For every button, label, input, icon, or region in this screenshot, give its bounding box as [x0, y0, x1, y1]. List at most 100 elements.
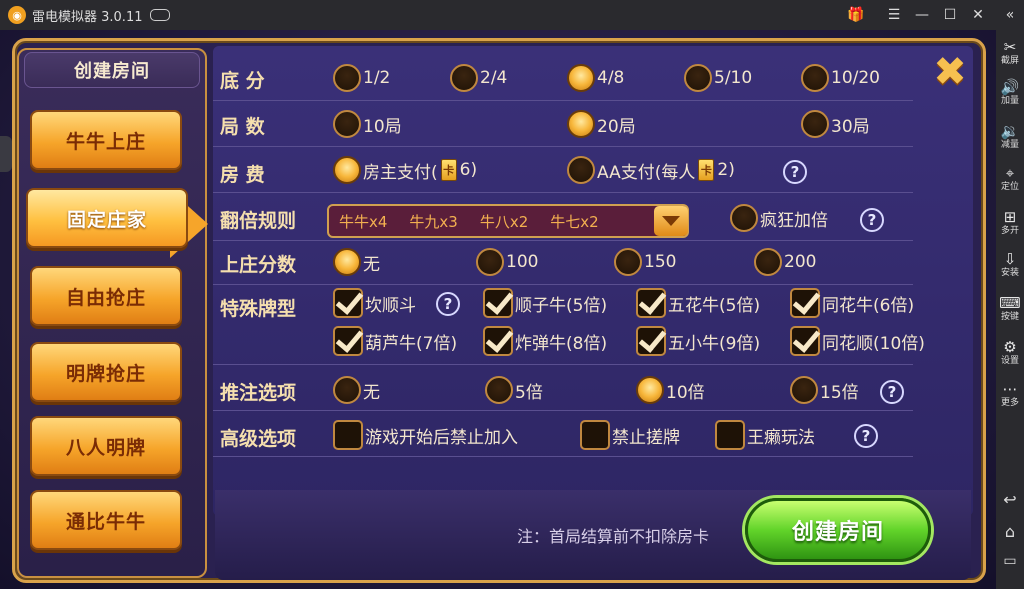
advanced-checkbox[interactable]: 王癞玩法: [715, 420, 815, 450]
base-score-option-selected[interactable]: 4/8: [567, 64, 624, 92]
help-icon[interactable]: ?: [436, 292, 460, 316]
push-bet-option-selected[interactable]: 10倍: [636, 376, 705, 404]
push-bet-label: 推注选项: [220, 382, 297, 404]
more-icon: ⋯: [1002, 380, 1018, 398]
sidebar-location[interactable]: ⌖ 定位: [996, 164, 1024, 193]
emulator-logo-icon: ◉: [8, 6, 26, 24]
base-score-option[interactable]: 10/20: [801, 64, 880, 92]
divider: [213, 284, 913, 285]
divider: [213, 100, 913, 101]
room-fee-label: 房 费: [220, 164, 265, 186]
chevron-down-icon[interactable]: [654, 206, 688, 236]
sidebar-multi-instance[interactable]: ⊞ 多开: [996, 208, 1024, 237]
multi-instance-icon: ⊞: [1003, 208, 1017, 226]
sidebar-keymap[interactable]: ⌨ 按键: [996, 294, 1024, 323]
sidebar-volume-down[interactable]: 🔉 减量: [996, 122, 1024, 151]
emulator-title: 雷电模拟器 3.0.11: [32, 9, 143, 25]
panel-title: 创建房间: [24, 52, 200, 88]
banker-score-option[interactable]: 200: [754, 248, 816, 276]
help-icon[interactable]: ?: [880, 380, 904, 404]
crazy-double-option[interactable]: 疯狂加倍: [730, 204, 828, 232]
special-cards-label: 特殊牌型: [220, 298, 297, 320]
maximize-icon[interactable]: ☐: [936, 0, 964, 30]
left-edge-tab[interactable]: [0, 136, 12, 172]
rounds-option[interactable]: 10局: [333, 110, 402, 138]
multiplier-rule-label: 翻倍规则: [220, 210, 297, 232]
sidebar-screenshot[interactable]: ✂ 截屏: [996, 38, 1024, 67]
recent-apps-icon[interactable]: ▭: [996, 554, 1024, 568]
mode-tongbi-niuniu[interactable]: 通比牛牛: [30, 490, 182, 550]
banker-score-label: 上庄分数: [220, 254, 297, 276]
back-icon[interactable]: ↩: [996, 492, 1024, 508]
special-card-checkbox[interactable]: 五花牛(5倍): [636, 288, 760, 318]
home-icon[interactable]: ⌂: [996, 524, 1024, 540]
room-card-icon: 卡: [440, 159, 457, 181]
emulator-title-bar: ◉ 雷电模拟器 3.0.11: [0, 0, 1024, 30]
sidebar-install[interactable]: ⇩ 安装: [996, 250, 1024, 279]
location-icon: ⌖: [1005, 164, 1015, 182]
create-room-button[interactable]: 创建房间: [745, 498, 931, 562]
base-score-option[interactable]: 1/2: [333, 64, 390, 92]
gamepad-icon[interactable]: [150, 9, 171, 21]
apk-install-icon: ⇩: [1003, 250, 1017, 268]
rounds-label: 局 数: [220, 116, 265, 138]
close-dialog-button[interactable]: ✖: [928, 50, 972, 94]
multiplier-rule-select[interactable]: 牛牛x4 牛九x3 牛八x2 牛七x2: [327, 204, 689, 238]
base-score-label: 底 分: [220, 70, 265, 92]
base-score-option[interactable]: 2/4: [450, 64, 507, 92]
special-card-checkbox[interactable]: 炸弹牛(8倍): [483, 326, 607, 356]
sidebar-settings[interactable]: ⚙ 设置: [996, 338, 1024, 367]
owner-pay-option[interactable]: 房主支付(卡 6): [333, 156, 477, 184]
special-card-checkbox[interactable]: 同花牛(6倍): [790, 288, 914, 318]
advanced-checkbox[interactable]: 禁止搓牌: [580, 420, 680, 450]
divider: [213, 192, 913, 193]
volume-up-icon: 🔊: [1000, 78, 1020, 96]
push-bet-option[interactable]: 无: [333, 376, 380, 404]
advanced-checkbox[interactable]: 游戏开始后禁止加入: [333, 420, 518, 450]
banker-score-option[interactable]: 100: [476, 248, 538, 276]
aa-pay-option[interactable]: AA支付(每人卡 2): [567, 156, 735, 184]
special-card-checkbox[interactable]: 顺子牛(5倍): [483, 288, 607, 318]
banker-score-option-selected[interactable]: 无: [333, 248, 380, 276]
gift-icon[interactable]: 🎁: [842, 0, 870, 30]
special-card-checkbox[interactable]: 五小牛(9倍): [636, 326, 760, 356]
game-area: 创建房间 牛牛上庄 固定庄家 自由抢庄 明牌抢庄 八人明牌 通比牛牛 底 分 1…: [0, 30, 996, 589]
push-bet-option[interactable]: 15倍: [790, 376, 859, 404]
divider: [213, 146, 913, 147]
footer-note: 注：首局结算前不扣除房卡: [517, 527, 710, 546]
mode-open-card-grab[interactable]: 明牌抢庄: [30, 342, 182, 402]
mode-fixed-banker[interactable]: 固定庄家: [26, 188, 188, 248]
base-score-option[interactable]: 5/10: [684, 64, 752, 92]
settings-icon: ⚙: [1003, 338, 1017, 356]
menu-icon[interactable]: ☰: [880, 0, 908, 30]
emulator-sidebar: ✂ 截屏 🔊 加量 🔉 减量 ⌖ 定位 ⊞ 多开 ⇩ 安装 ⌨ 按键 ⚙ 设置 ⋯ 更多 ↩ ⌂ …: [996, 30, 1024, 589]
sidebar-volume-up[interactable]: 🔊 加量: [996, 78, 1024, 107]
special-card-checkbox[interactable]: 葫芦牛(7倍): [333, 326, 457, 356]
scissors-icon: ✂: [1003, 38, 1017, 56]
room-card-icon: 卡: [698, 159, 715, 181]
banker-score-option[interactable]: 150: [614, 248, 676, 276]
mode-eight-player[interactable]: 八人明牌: [30, 416, 182, 476]
mode-niuniu-banker[interactable]: 牛牛上庄: [30, 110, 182, 170]
keyboard-icon: ⌨: [999, 294, 1021, 312]
sidebar-more[interactable]: ⋯ 更多: [996, 380, 1024, 409]
help-icon[interactable]: ?: [783, 160, 807, 184]
special-card-checkbox[interactable]: 坎顺斗: [333, 288, 416, 318]
special-card-checkbox[interactable]: 同花顺(10倍): [790, 326, 925, 356]
minimize-icon[interactable]: —: [908, 0, 936, 30]
collapse-sidebar-icon[interactable]: «: [996, 0, 1024, 30]
emulator-window: { "emulator": { "title": "雷电模拟器 3.0.11",…: [0, 0, 1024, 589]
rounds-option[interactable]: 30局: [801, 110, 870, 138]
help-icon[interactable]: ?: [854, 424, 878, 448]
mode-free-grab[interactable]: 自由抢庄: [30, 266, 182, 326]
push-bet-option[interactable]: 5倍: [485, 376, 543, 404]
divider: [213, 364, 913, 365]
advanced-label: 高级选项: [220, 428, 297, 450]
volume-down-icon: 🔉: [1000, 122, 1020, 140]
divider: [213, 240, 913, 241]
rounds-option-selected[interactable]: 20局: [567, 110, 636, 138]
close-window-icon[interactable]: ✕: [964, 0, 992, 30]
divider: [213, 410, 913, 411]
help-icon[interactable]: ?: [860, 208, 884, 232]
divider: [213, 456, 913, 457]
